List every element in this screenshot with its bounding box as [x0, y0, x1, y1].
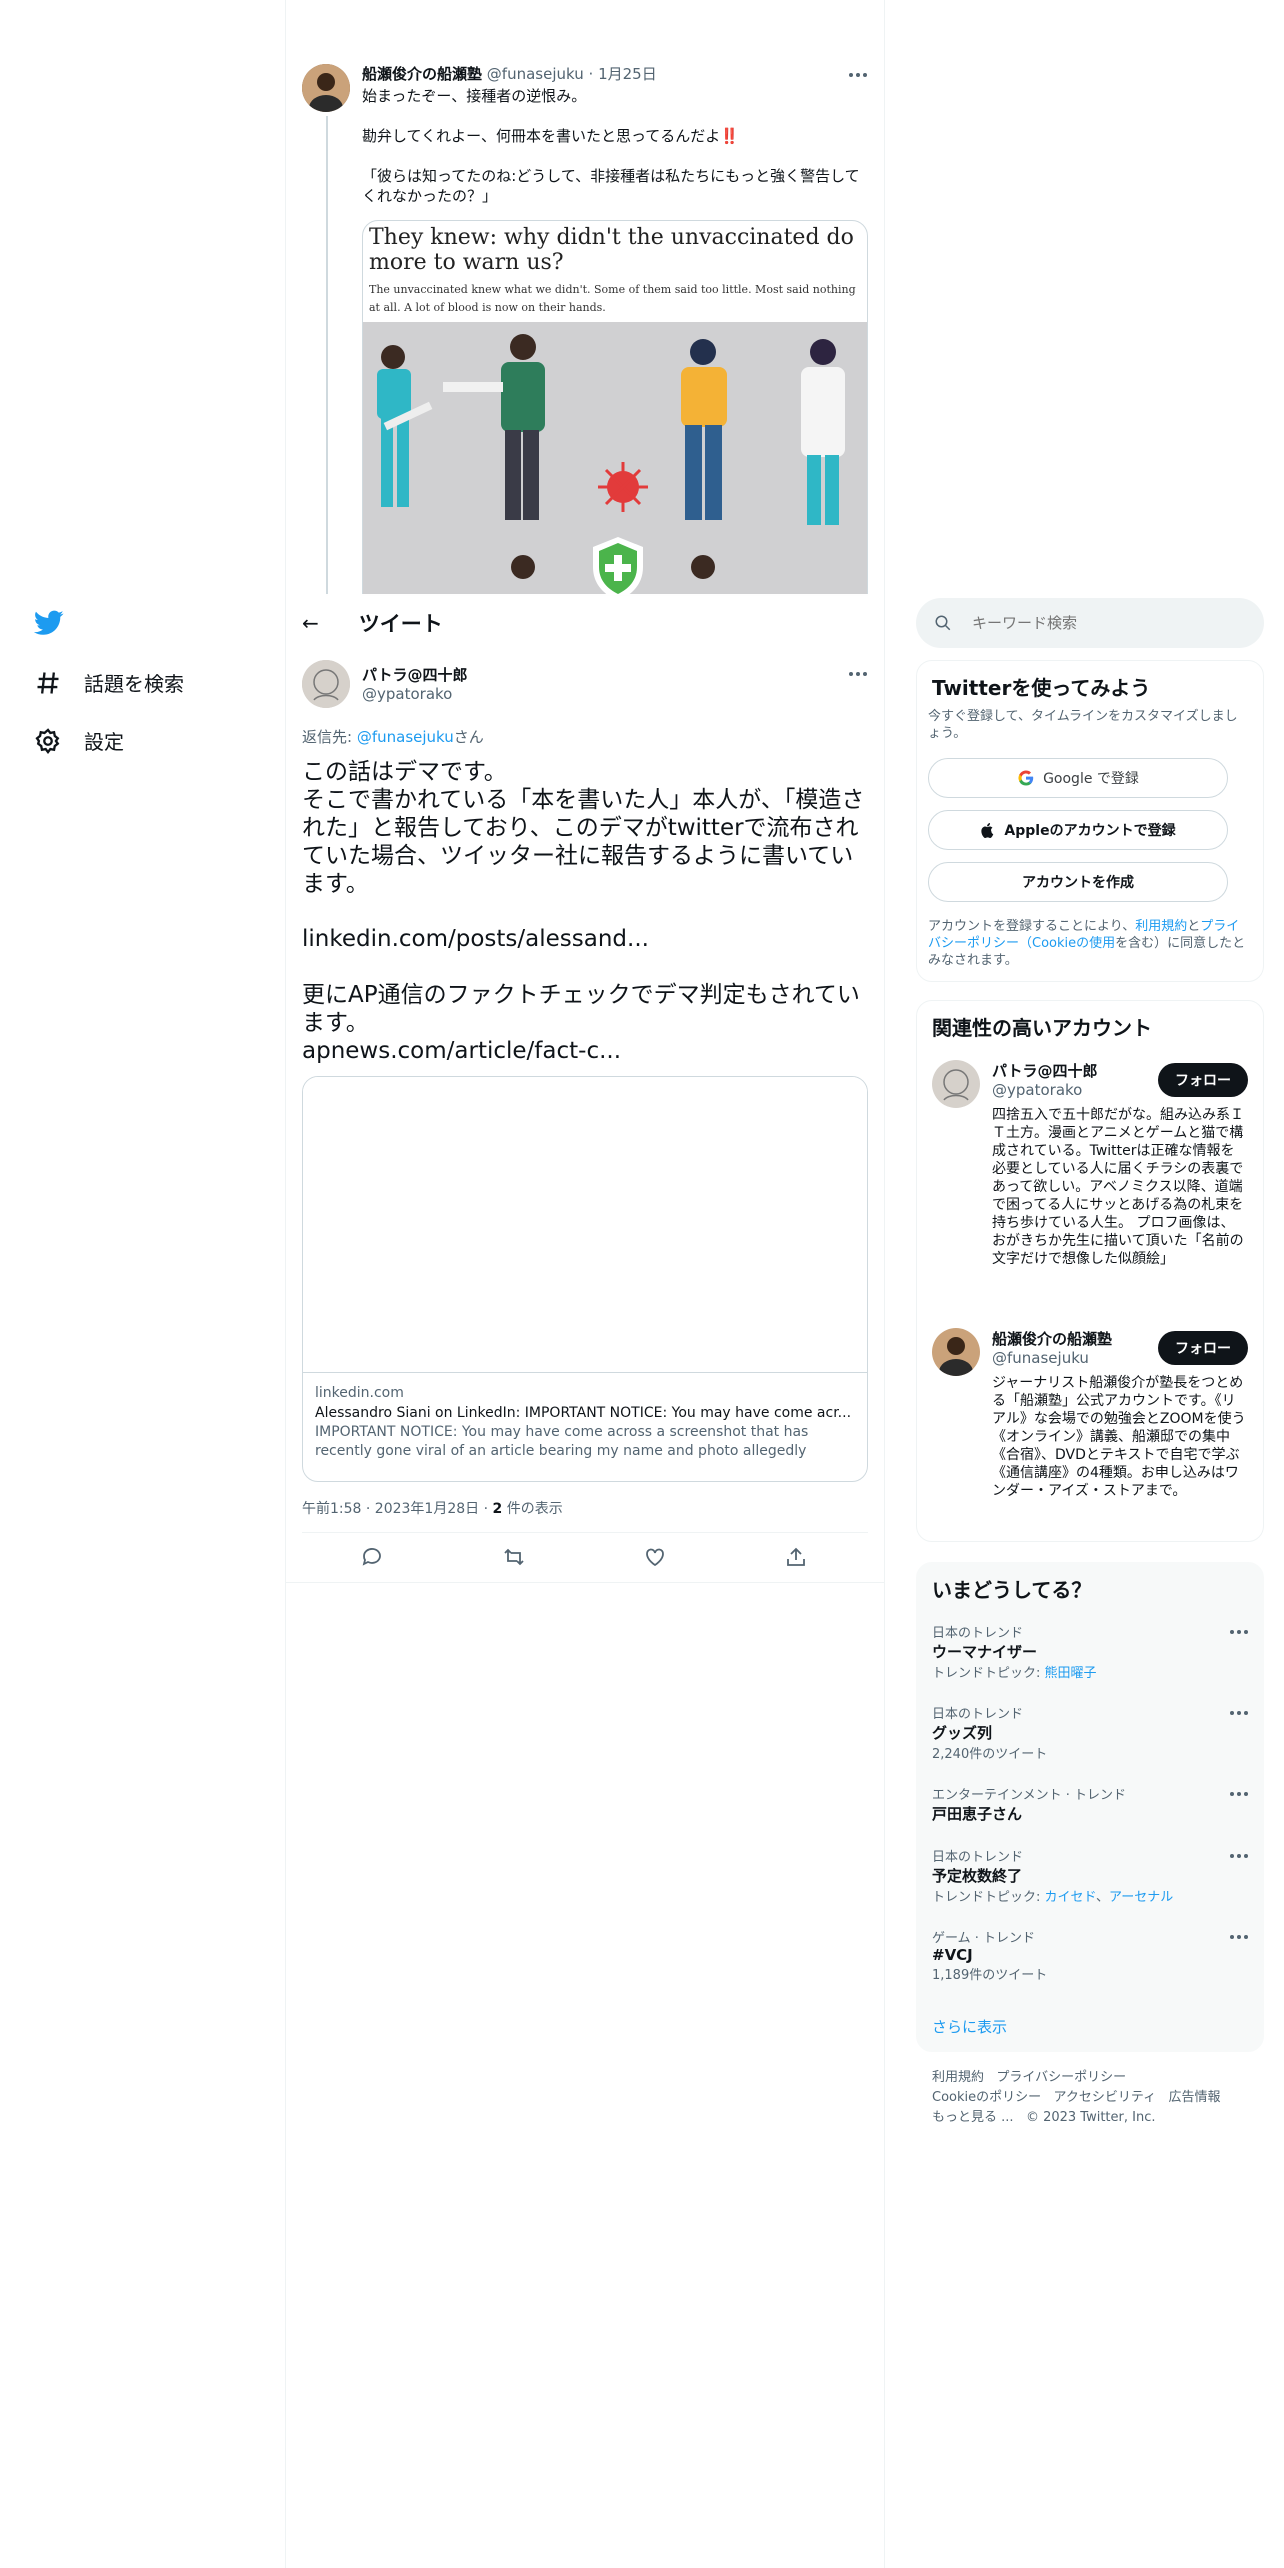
- trend-item[interactable]: 日本のトレンド ウーマナイザー トレンドトピック: 熊田曜子: [932, 1622, 1250, 1681]
- parent-date[interactable]: 1月25日: [598, 65, 657, 83]
- nav-explore-label: 話題を検索: [84, 672, 184, 696]
- parent-line1: 始まったぞー、接種者の逆恨み。: [362, 87, 587, 105]
- page-title: ツイート: [358, 612, 443, 636]
- reply-to: 返信先: @funasejukuさん: [302, 728, 484, 746]
- double-exclamation-icon: ‼️: [720, 127, 739, 145]
- copyright: © 2023 Twitter, Inc.: [1025, 2110, 1156, 2125]
- more-icon[interactable]: [849, 73, 867, 77]
- avatar[interactable]: [932, 1328, 980, 1376]
- trend-item[interactable]: エンターテインメント · トレンド 戸田恵子さん: [932, 1784, 1250, 1824]
- image-subhead: The unvaccinated knew what we didn't. So…: [369, 283, 856, 314]
- related-account-name[interactable]: パトラ@四十郎: [992, 1060, 1097, 1081]
- card-domain: linkedin.com: [315, 1385, 404, 1401]
- related-account-bio: 四捨五入で五十郎だがな。組み込み系ＩＴ土方。漫画とアニメとゲームと猫で構成されて…: [992, 1107, 1244, 1267]
- share-icon[interactable]: [784, 1545, 808, 1569]
- divider: [286, 1582, 884, 1583]
- more-icon[interactable]: [849, 672, 867, 676]
- like-icon[interactable]: [643, 1545, 667, 1569]
- parent-line3: 「彼らは知ってたのね:どうして、非接種者は私たちにもっと強く警告してくれなかった…: [362, 167, 860, 205]
- follow-button[interactable]: フォロー: [1158, 1063, 1248, 1097]
- related-account-handle[interactable]: @ypatorako: [992, 1081, 1082, 1099]
- footer-link[interactable]: アクセシビリティ: [1054, 2090, 1157, 2105]
- reply-icon[interactable]: [360, 1545, 384, 1569]
- trend-more-icon[interactable]: [1230, 1792, 1248, 1796]
- signup-title: Twitterを使ってみよう: [932, 676, 1151, 700]
- footer-link[interactable]: プライバシーポリシー: [996, 2070, 1126, 2085]
- trend-more-icon[interactable]: [1230, 1630, 1248, 1634]
- search-input[interactable]: [972, 614, 1232, 632]
- show-more-link[interactable]: さらに表示: [932, 2016, 1007, 2037]
- footer-link[interactable]: 広告情報: [1169, 2090, 1221, 2105]
- trend-more-icon[interactable]: [1230, 1711, 1248, 1715]
- gear-icon: [35, 727, 60, 754]
- reply-author-name[interactable]: パトラ@四十郎: [362, 664, 467, 685]
- trend-more-icon[interactable]: [1230, 1935, 1248, 1939]
- avatar[interactable]: [932, 1060, 980, 1108]
- separator: ·: [588, 65, 594, 83]
- related-account-handle[interactable]: @funasejuku: [992, 1349, 1089, 1367]
- card-image: [303, 1077, 867, 1373]
- nav-settings[interactable]: 設定: [34, 726, 124, 755]
- tweet-header: ← ツイート: [286, 594, 884, 652]
- retweet-icon[interactable]: [502, 1545, 526, 1569]
- search-icon: [935, 615, 951, 631]
- hashtag-icon: [37, 671, 59, 694]
- create-account-button[interactable]: アカウントを作成: [928, 862, 1228, 902]
- signup-subtitle: 今すぐ登録して、タイムラインをカスタマイズしましょう。: [928, 709, 1238, 741]
- divider: [302, 1532, 868, 1533]
- terms-link[interactable]: 利用規約: [1135, 919, 1187, 934]
- parent-line2: 勘弁してくれよー、何冊本を書いたと思ってるんだよ‼️: [362, 127, 739, 145]
- apnews-link[interactable]: apnews.com/article/fact-c...: [302, 1037, 621, 1065]
- link-card[interactable]: linkedin.com Alessandro Siani on LinkedI…: [302, 1076, 868, 1482]
- footer-link[interactable]: 利用規約: [932, 2070, 984, 2085]
- signup-legal: アカウントを登録することにより、利用規約とプライバシーポリシー（Cookieの使…: [928, 919, 1246, 968]
- follow-button[interactable]: フォロー: [1158, 1331, 1248, 1365]
- reply-text-1: この話はデマです。 そこで書かれている「本を書いた人」本人が、「模造された」と報…: [302, 759, 865, 897]
- card-description: IMPORTANT NOTICE: You may have come acro…: [315, 1424, 809, 1459]
- parent-tweet-header: 船瀬俊介の船瀬塾 @funasejuku · 1月25日: [362, 64, 657, 84]
- related-title: 関連性の高いアカウント: [932, 1016, 1152, 1040]
- nav-settings-label: 設定: [84, 730, 124, 754]
- related-account-bio: ジャーナリスト船瀬俊介が塾長をつとめる「船瀬塾」公式アカウントです。《リアル》な…: [992, 1375, 1246, 1499]
- avatar[interactable]: [302, 660, 350, 708]
- twitter-logo-icon[interactable]: [33, 610, 64, 640]
- reply-to-handle-link[interactable]: @funasejuku: [357, 728, 454, 746]
- linkedin-link[interactable]: linkedin.com/posts/alessand...: [302, 925, 649, 953]
- nav-explore[interactable]: 話題を検索: [34, 668, 184, 697]
- parent-author-name[interactable]: 船瀬俊介の船瀬塾: [362, 65, 482, 83]
- card-title: Alessandro Siani on LinkedIn: IMPORTANT …: [315, 1405, 852, 1421]
- parent-tweet-image[interactable]: They knew: why didn't the unvaccinated d…: [362, 220, 868, 596]
- thread-line: [326, 116, 328, 596]
- trend-item[interactable]: ゲーム · トレンド #VCJ 1,189件のツイート: [932, 1927, 1250, 1983]
- apple-logo-icon: [981, 823, 994, 839]
- footer-link[interactable]: もっと見る ...: [932, 2110, 1014, 2125]
- reply-text-2: 更にAP通信のファクトチェックでデマ判定もされています。: [302, 982, 860, 1036]
- tweet-timestamp[interactable]: 午前1:58 · 2023年1月28日 · 2 件の表示: [302, 1498, 563, 1518]
- google-signup-button[interactable]: Google で登録: [928, 758, 1228, 798]
- reply-handle[interactable]: @ypatorako: [362, 685, 452, 703]
- parent-handle[interactable]: @funasejuku: [487, 65, 584, 83]
- search-box[interactable]: [916, 598, 1264, 648]
- trends-title: いまどうしてる？: [932, 1578, 1092, 1602]
- back-arrow-icon[interactable]: ←: [302, 611, 319, 635]
- illustration-icon: [363, 322, 867, 595]
- related-account-name[interactable]: 船瀬俊介の船瀬塾: [992, 1328, 1112, 1349]
- avatar[interactable]: [302, 64, 350, 112]
- image-headline: They knew: why didn't the unvaccinated d…: [369, 225, 854, 275]
- trend-item[interactable]: 日本のトレンド 予定枚数終了 トレンドトピック: カイセド、アーセナル: [932, 1846, 1250, 1905]
- google-logo-icon: [1018, 770, 1034, 786]
- trend-item[interactable]: 日本のトレンド グッズ列 2,240件のツイート: [932, 1703, 1250, 1762]
- apple-signup-button[interactable]: Appleのアカウントで登録: [928, 810, 1228, 850]
- footer-links: 利用規約 プライバシーポリシー Cookieのポリシー アクセシビリティ 広告情…: [932, 2068, 1262, 2128]
- footer-link[interactable]: Cookieのポリシー: [932, 2090, 1041, 2105]
- trend-more-icon[interactable]: [1230, 1854, 1248, 1858]
